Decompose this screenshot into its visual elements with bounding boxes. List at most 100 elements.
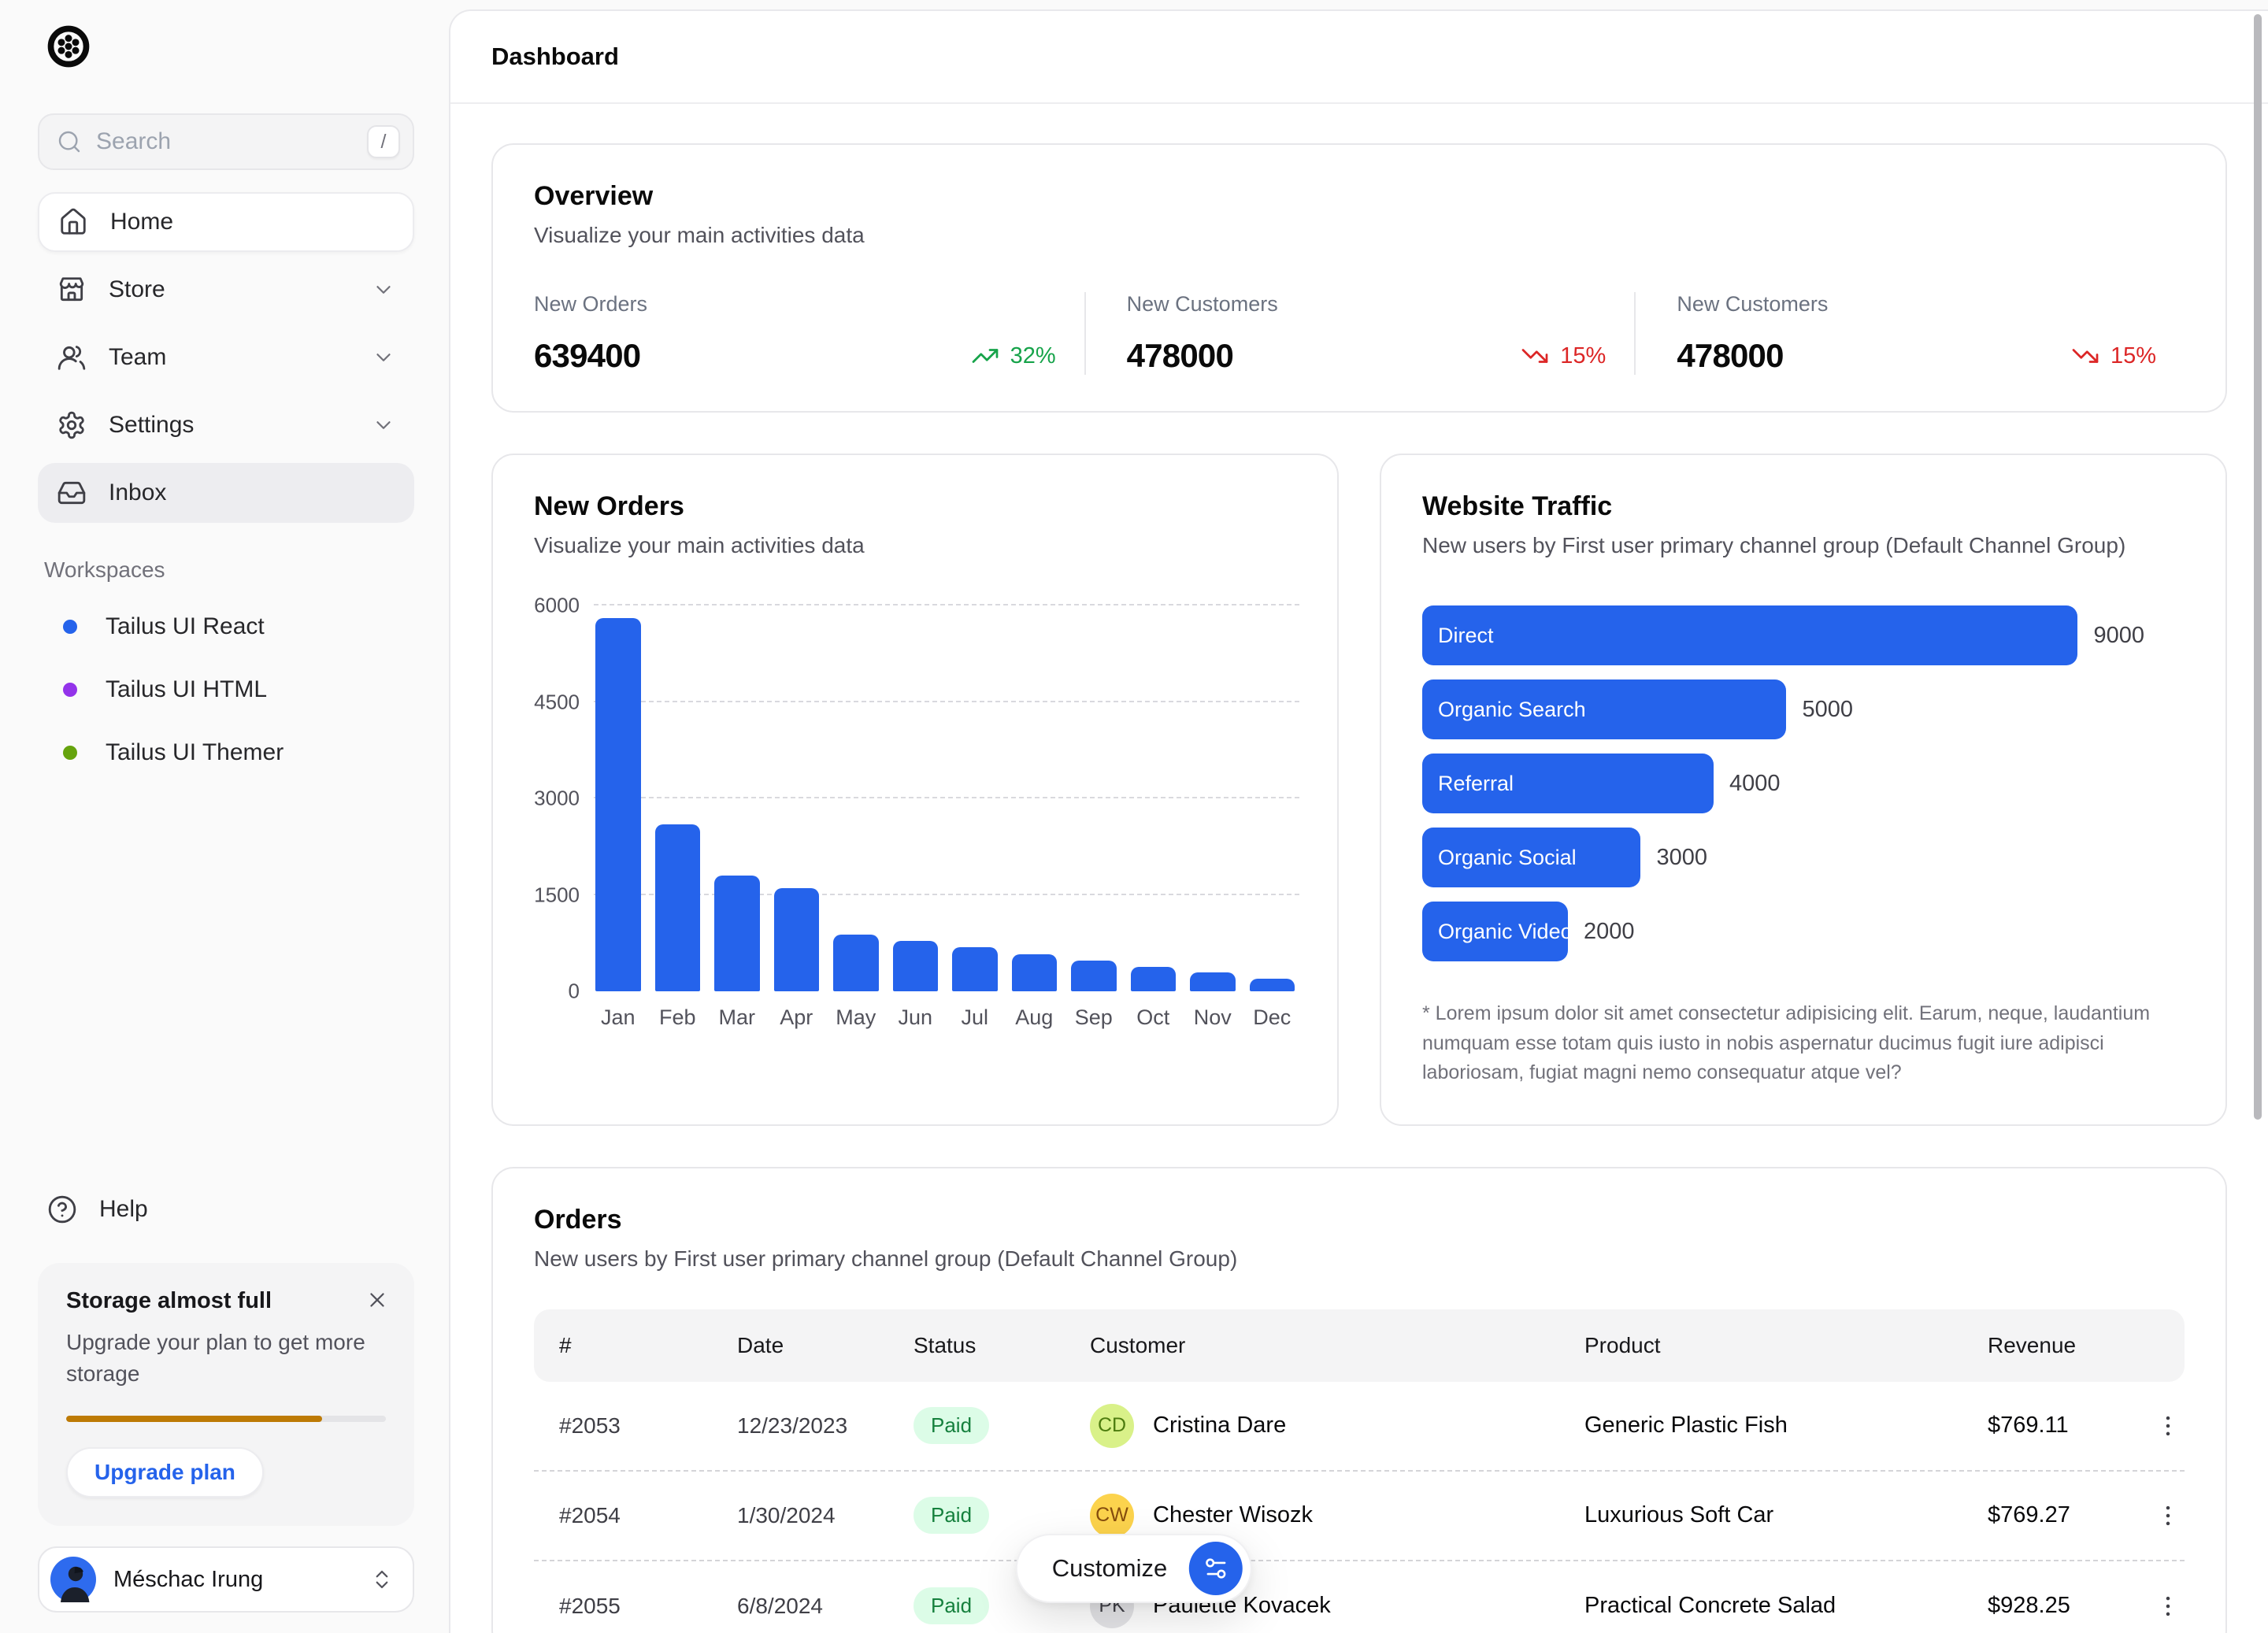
customize-label: Customize bbox=[1052, 1554, 1167, 1583]
x-tick-label: Mar bbox=[714, 1005, 760, 1030]
traffic-bar: Referral bbox=[1422, 754, 1714, 813]
workspaces-label: Workspaces bbox=[44, 557, 414, 583]
bar-chart: 01500300045006000 JanFebMarAprMayJunJulA… bbox=[534, 605, 1296, 1030]
scrollbar-thumb[interactable] bbox=[2254, 14, 2262, 1120]
upgrade-plan-button[interactable]: Upgrade plan bbox=[66, 1447, 264, 1498]
help-button[interactable]: Help bbox=[38, 1181, 414, 1238]
status-badge: Paid bbox=[914, 1587, 989, 1624]
chart-title: Website Traffic bbox=[1422, 491, 2185, 522]
stat-value: 478000 bbox=[1677, 337, 1783, 375]
order-id: #2054 bbox=[559, 1503, 737, 1528]
bar-may bbox=[833, 935, 879, 991]
table-row: #20541/30/2024PaidCWChester WisozkLuxuri… bbox=[534, 1472, 2185, 1561]
bar-apr bbox=[774, 888, 820, 991]
store-icon bbox=[57, 275, 87, 305]
storage-progress-fill bbox=[66, 1416, 322, 1422]
storage-title: Storage almost full bbox=[66, 1288, 386, 1314]
row-actions-button[interactable] bbox=[2151, 1406, 2185, 1446]
traffic-row-direct: Direct9000 bbox=[1422, 605, 2185, 665]
row-actions-button[interactable] bbox=[2151, 1496, 2185, 1535]
stat-label: New Customers bbox=[1677, 292, 2156, 317]
revenue-value: $769.27 bbox=[1988, 1502, 2134, 1528]
sidebar-item-home[interactable]: Home bbox=[38, 192, 414, 252]
close-icon[interactable] bbox=[359, 1282, 395, 1318]
bar-feb bbox=[655, 824, 701, 991]
chart-title: New Orders bbox=[534, 491, 1296, 522]
gear-icon bbox=[57, 410, 87, 440]
user-name: Méschac Irung bbox=[113, 1567, 370, 1593]
stat-trend: 15% bbox=[2071, 342, 2156, 370]
search-input[interactable] bbox=[96, 128, 367, 155]
product-name: Practical Concrete Salad bbox=[1584, 1593, 1988, 1619]
traffic-value: 3000 bbox=[1656, 845, 1707, 871]
trending-up-icon bbox=[971, 342, 999, 370]
workspace-item-tailus-ui-themer[interactable]: Tailus UI Themer bbox=[38, 721, 414, 784]
workspace-dot-icon bbox=[63, 683, 77, 697]
page-header: Dashboard bbox=[450, 11, 2268, 104]
x-tick-label: Jan bbox=[595, 1005, 641, 1030]
workspace-label: Tailus UI HTML bbox=[106, 676, 267, 703]
trending-down-icon bbox=[1521, 342, 1549, 370]
search-icon bbox=[57, 129, 82, 154]
x-tick-label: Aug bbox=[1012, 1005, 1058, 1030]
stat-new-customers: New Customers 478000 15% bbox=[1634, 292, 2185, 375]
website-traffic-card: Website Traffic New users by First user … bbox=[1380, 454, 2227, 1126]
revenue-value: $928.25 bbox=[1988, 1593, 2134, 1619]
stat-value: 478000 bbox=[1127, 337, 1233, 375]
overview-subtitle: Visualize your main activities data bbox=[534, 223, 2185, 248]
kebab-menu-icon bbox=[2155, 1413, 2181, 1439]
x-tick-label: May bbox=[833, 1005, 879, 1030]
x-tick-label: Jun bbox=[893, 1005, 939, 1030]
workspace-dot-icon bbox=[63, 746, 77, 760]
customize-button[interactable]: Customize bbox=[1016, 1534, 1252, 1603]
gridline bbox=[594, 797, 1299, 798]
column-header-status: Status bbox=[914, 1333, 1090, 1358]
storage-progress-bar bbox=[66, 1416, 386, 1422]
search-shortcut-key: / bbox=[367, 125, 400, 158]
row-actions-button[interactable] bbox=[2151, 1587, 2185, 1626]
table-header-row: # Date Status Customer Product Revenue bbox=[534, 1309, 2185, 1382]
workspace-item-tailus-ui-react[interactable]: Tailus UI React bbox=[38, 595, 414, 658]
sidebar-item-label: Home bbox=[110, 209, 394, 235]
y-tick-label: 1500 bbox=[534, 883, 580, 907]
sidebar-item-inbox[interactable]: Inbox bbox=[38, 463, 414, 523]
stats-row: New Orders63940032%New Customers47800015… bbox=[534, 292, 2185, 375]
x-tick-label: Dec bbox=[1250, 1005, 1295, 1030]
orders-subtitle: New users by First user primary channel … bbox=[534, 1246, 2185, 1272]
x-tick-label: Sep bbox=[1071, 1005, 1117, 1030]
traffic-bar: Organic Social bbox=[1422, 828, 1640, 887]
settings-sliders-icon[interactable] bbox=[1189, 1542, 1243, 1595]
stat-value: 639400 bbox=[534, 337, 640, 375]
y-tick-label: 0 bbox=[569, 979, 580, 1004]
storage-card: Storage almost full Upgrade your plan to… bbox=[38, 1263, 414, 1526]
chart-footnote: * Lorem ipsum dolor sit amet consectetur… bbox=[1422, 999, 2185, 1088]
traffic-row-organic-search: Organic Search5000 bbox=[1422, 679, 2185, 739]
bar-oct bbox=[1131, 967, 1177, 991]
traffic-value: 4000 bbox=[1729, 771, 1781, 797]
chart-subtitle: New users by First user primary channel … bbox=[1422, 533, 2185, 558]
kebab-menu-icon bbox=[2155, 1593, 2181, 1620]
user-menu[interactable]: Méschac Irung bbox=[38, 1546, 414, 1613]
gridline bbox=[594, 604, 1299, 605]
workspace-item-tailus-ui-html[interactable]: Tailus UI HTML bbox=[38, 658, 414, 721]
sidebar-item-settings[interactable]: Settings bbox=[38, 395, 414, 455]
chart-subtitle: Visualize your main activities data bbox=[534, 533, 1296, 558]
main-panel: Dashboard Overview Visualize your main a… bbox=[449, 9, 2268, 1633]
search-box[interactable]: / bbox=[38, 113, 414, 170]
orders-table: # Date Status Customer Product Revenue #… bbox=[534, 1309, 2185, 1633]
x-tick-label: Jul bbox=[952, 1005, 998, 1030]
column-header-date: Date bbox=[737, 1333, 914, 1358]
product-name: Luxurious Soft Car bbox=[1584, 1502, 1988, 1528]
order-id: #2053 bbox=[559, 1413, 737, 1439]
sidebar-item-team[interactable]: Team bbox=[38, 328, 414, 387]
bar-nov bbox=[1190, 972, 1236, 991]
traffic-bar: Organic Video bbox=[1422, 902, 1568, 961]
customer-name: Chester Wisozk bbox=[1153, 1502, 1313, 1528]
home-icon bbox=[58, 207, 88, 237]
chevron-down-icon bbox=[372, 413, 395, 437]
stat-label: New Orders bbox=[534, 292, 1056, 317]
sidebar-item-store[interactable]: Store bbox=[38, 260, 414, 320]
x-tick-label: Feb bbox=[655, 1005, 701, 1030]
app-logo-icon[interactable] bbox=[47, 25, 90, 68]
horizontal-bar-chart: Direct9000 Organic Search5000 Referral 4000… bbox=[1422, 605, 2185, 961]
